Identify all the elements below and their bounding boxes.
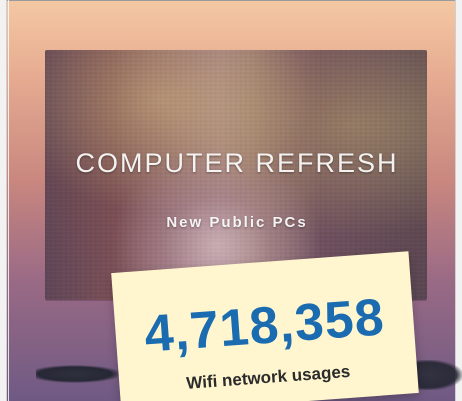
left-border-highlight [8,0,9,401]
stat-label: Wifi network usages [185,361,351,393]
stat-value: 4,718,358 [142,288,387,364]
stat-sticky-note: 4,718,358 Wifi network usages [111,251,419,401]
screen-subtitle: New Public PCs [166,214,308,231]
top-border-line [0,0,462,1]
scene: COMPUTER REFRESH New Public PCs 4,718,35… [0,0,462,401]
right-border [455,0,462,401]
desk-object-left [36,365,122,383]
screen-title: COMPUTER REFRESH [75,148,399,178]
left-border [0,0,7,401]
